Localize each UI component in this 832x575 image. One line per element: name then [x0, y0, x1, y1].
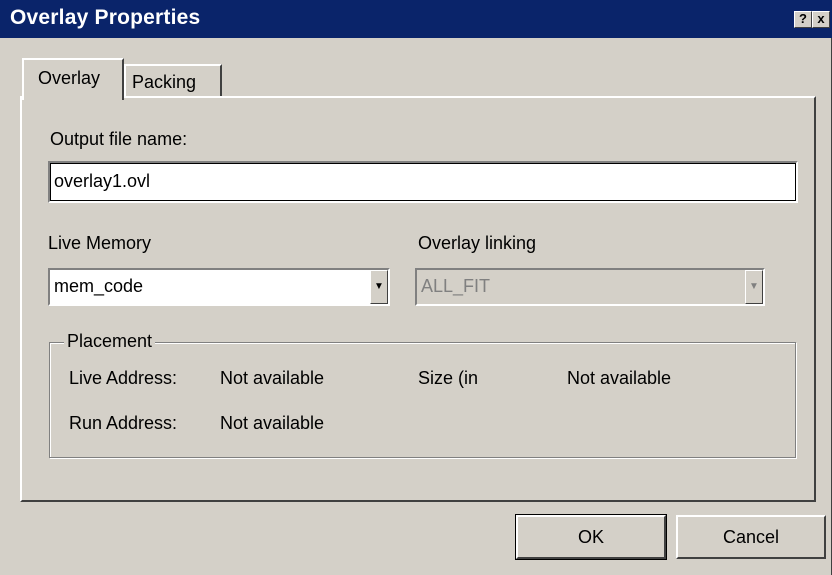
live-memory-label: Live Memory — [48, 233, 152, 253]
tab-overlay-label: Overlay — [38, 68, 101, 88]
title-bar: Overlay Properties ? x — [0, 0, 832, 38]
output-file-input[interactable]: overlay1.ovl — [48, 161, 798, 203]
overlay-linking-value: ALL_FIT — [421, 276, 491, 296]
tab-packing-label: Packing — [132, 72, 197, 92]
tab-overlay[interactable]: Overlay — [22, 58, 124, 100]
live-address-value: Not available — [220, 368, 325, 388]
run-address-value: Not available — [220, 413, 325, 433]
live-address-label: Live Address: — [69, 368, 178, 388]
run-address-label: Run Address: — [69, 413, 178, 433]
overlay-linking-label: Overlay linking — [418, 233, 537, 253]
ok-button[interactable]: OK — [515, 514, 667, 560]
size-value: Not available — [567, 368, 672, 388]
overlay-properties-dialog: Overlay Properties ? x Overlay Packing O… — [0, 0, 832, 575]
window-title: Overlay Properties — [10, 6, 201, 29]
live-memory-value: mem_code — [54, 276, 144, 296]
cancel-button[interactable]: Cancel — [676, 515, 826, 559]
output-file-label: Output file name: — [50, 129, 188, 149]
live-memory-select[interactable]: mem_code ▼ — [48, 268, 390, 306]
chevron-down-icon[interactable]: ▼ — [745, 270, 763, 304]
close-button[interactable]: x — [812, 11, 830, 28]
chevron-down-icon[interactable]: ▼ — [370, 270, 388, 304]
placement-groupbox — [49, 342, 796, 458]
size-label: Size (in — [418, 368, 479, 388]
tab-packing[interactable]: Packing — [124, 64, 222, 98]
help-button[interactable]: ? — [794, 11, 812, 28]
placement-legend: Placement — [64, 331, 156, 352]
overlay-linking-select[interactable]: ALL_FIT ▼ — [415, 268, 765, 306]
